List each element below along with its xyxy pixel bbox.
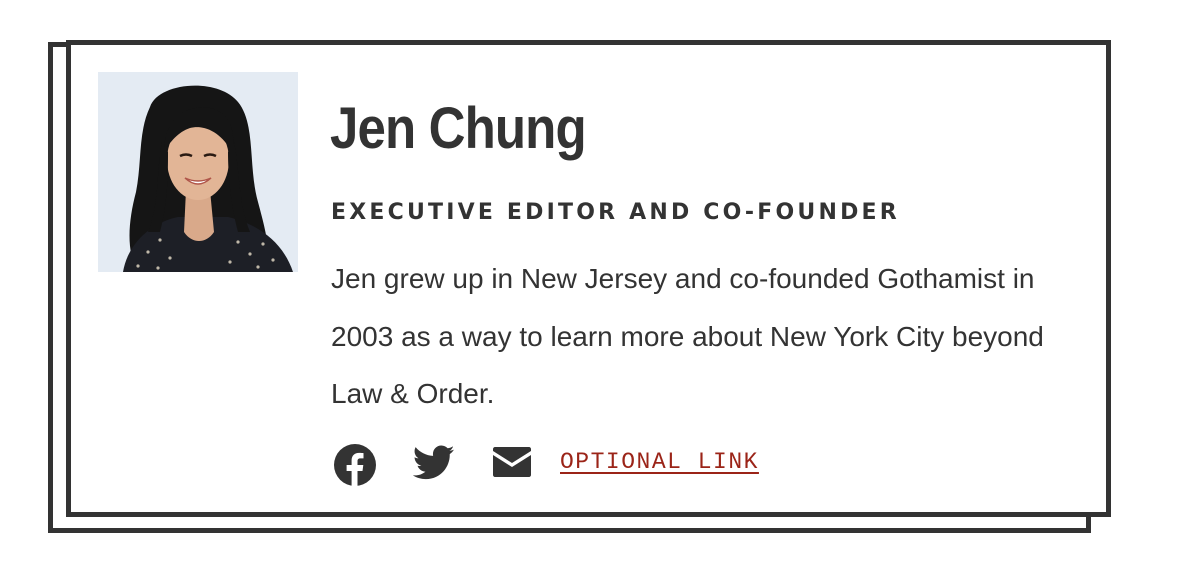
optional-link[interactable]: OPTIONAL LINK (560, 449, 759, 475)
envelope-icon[interactable] (493, 447, 531, 477)
author-title: EXECUTIVE EDITOR AND CO-FOUNDER (331, 200, 900, 225)
twitter-icon[interactable] (413, 445, 455, 481)
author-name: Jen Chung (330, 96, 587, 161)
facebook-icon[interactable] (333, 443, 377, 487)
author-photo (98, 72, 298, 272)
author-card: Jen Chung EXECUTIVE EDITOR AND CO-FOUNDE… (66, 40, 1111, 517)
author-bio: Jen grew up in New Jersey and co-founded… (331, 263, 1044, 409)
